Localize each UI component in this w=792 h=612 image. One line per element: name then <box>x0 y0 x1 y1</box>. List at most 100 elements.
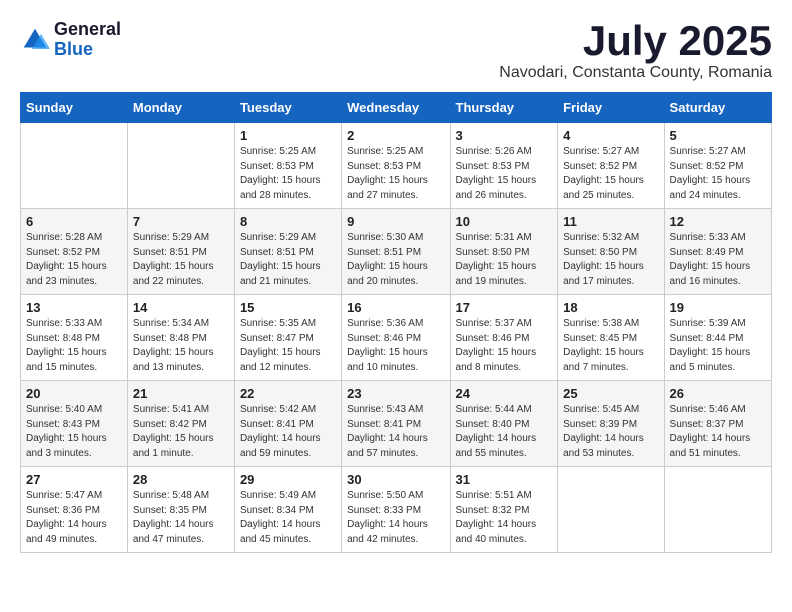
calendar-day-cell: 21Sunrise: 5:41 AM Sunset: 8:42 PM Dayli… <box>127 381 234 467</box>
page-header: General Blue July 2025 Navodari, Constan… <box>20 20 772 82</box>
day-info: Sunrise: 5:37 AM Sunset: 8:46 PM Dayligh… <box>456 317 553 375</box>
calendar-day-cell: 3 Sunrise: 5:26 AM Sunset: 8:53 PM Daylig… <box>450 123 558 209</box>
calendar-week-row: 6Sunrise: 5:28 AM Sunset: 8:52 PM Daylig… <box>21 209 772 295</box>
day-info: Sunrise: 5:27 AM Sunset: 8:52 PM Dayligh… <box>563 145 658 203</box>
day-number: 19 <box>670 300 766 315</box>
day-number: 30 <box>347 472 444 487</box>
logo: General Blue <box>20 20 121 60</box>
day-number: 24 <box>456 386 553 401</box>
calendar-day-cell <box>558 467 664 553</box>
day-info: Sunrise: 5:25 AM Sunset: 8:53 PM Dayligh… <box>347 145 444 203</box>
day-number: 27 <box>26 472 122 487</box>
day-info: Sunrise: 5:39 AM Sunset: 8:44 PM Dayligh… <box>670 317 766 375</box>
title-block: July 2025 Navodari, Constanta County, Ro… <box>499 20 772 82</box>
day-info: Sunrise: 5:25 AM Sunset: 8:53 PM Dayligh… <box>240 145 336 203</box>
logo-icon <box>20 25 50 55</box>
weekday-header: Wednesday <box>342 93 450 123</box>
weekday-header: Friday <box>558 93 664 123</box>
calendar-day-cell: 29Sunrise: 5:49 AM Sunset: 8:34 PM Dayli… <box>234 467 341 553</box>
day-info: Sunrise: 5:49 AM Sunset: 8:34 PM Dayligh… <box>240 489 336 547</box>
calendar-day-cell <box>127 123 234 209</box>
day-number: 17 <box>456 300 553 315</box>
day-info: Sunrise: 5:47 AM Sunset: 8:36 PM Dayligh… <box>26 489 122 547</box>
day-number: 12 <box>670 214 766 229</box>
day-number: 21 <box>133 386 229 401</box>
day-number: 22 <box>240 386 336 401</box>
month-title: July 2025 <box>499 20 772 62</box>
day-number: 31 <box>456 472 553 487</box>
day-number: 4 <box>563 128 658 143</box>
weekday-header: Tuesday <box>234 93 341 123</box>
calendar-week-row: 20 Sunrise: 5:40 AM Sunset: 8:43 PM Dayli… <box>21 381 772 467</box>
calendar-day-cell: 15 Sunrise: 5:35 AM Sunset: 8:47 PM Dayli… <box>234 295 341 381</box>
calendar-day-cell: 25Sunrise: 5:45 AM Sunset: 8:39 PM Dayli… <box>558 381 664 467</box>
calendar-day-cell: 30 Sunrise: 5:50 AM Sunset: 8:33 PM Dayli… <box>342 467 450 553</box>
day-number: 23 <box>347 386 444 401</box>
day-number: 5 <box>670 128 766 143</box>
day-info: Sunrise: 5:42 AM Sunset: 8:41 PM Dayligh… <box>240 403 336 461</box>
calendar-day-cell: 14Sunrise: 5:34 AM Sunset: 8:48 PM Dayli… <box>127 295 234 381</box>
day-info: Sunrise: 5:33 AM Sunset: 8:48 PM Dayligh… <box>26 317 122 375</box>
calendar-table: SundayMondayTuesdayWednesdayThursdayFrid… <box>20 92 772 553</box>
calendar-header-row: SundayMondayTuesdayWednesdayThursdayFrid… <box>21 93 772 123</box>
calendar-day-cell: 28Sunrise: 5:48 AM Sunset: 8:35 PM Dayli… <box>127 467 234 553</box>
calendar-day-cell: 7 Sunrise: 5:29 AM Sunset: 8:51 PM Daylig… <box>127 209 234 295</box>
day-number: 13 <box>26 300 122 315</box>
calendar-day-cell: 13 Sunrise: 5:33 AM Sunset: 8:48 PM Dayli… <box>21 295 128 381</box>
calendar-day-cell: 9 Sunrise: 5:30 AM Sunset: 8:51 PM Daylig… <box>342 209 450 295</box>
logo-general: General <box>54 20 121 40</box>
weekday-header: Monday <box>127 93 234 123</box>
day-info: Sunrise: 5:27 AM Sunset: 8:52 PM Dayligh… <box>670 145 766 203</box>
calendar-day-cell: 17 Sunrise: 5:37 AM Sunset: 8:46 PM Dayli… <box>450 295 558 381</box>
day-number: 8 <box>240 214 336 229</box>
day-info: Sunrise: 5:45 AM Sunset: 8:39 PM Dayligh… <box>563 403 658 461</box>
calendar-day-cell: 8 Sunrise: 5:29 AM Sunset: 8:51 PM Daylig… <box>234 209 341 295</box>
day-number: 18 <box>563 300 658 315</box>
day-info: Sunrise: 5:31 AM Sunset: 8:50 PM Dayligh… <box>456 231 553 289</box>
day-number: 11 <box>563 214 658 229</box>
day-info: Sunrise: 5:48 AM Sunset: 8:35 PM Dayligh… <box>133 489 229 547</box>
day-number: 16 <box>347 300 444 315</box>
calendar-week-row: 13 Sunrise: 5:33 AM Sunset: 8:48 PM Dayli… <box>21 295 772 381</box>
day-info: Sunrise: 5:40 AM Sunset: 8:43 PM Dayligh… <box>26 403 122 461</box>
logo-blue: Blue <box>54 40 121 60</box>
calendar-day-cell: 12 Sunrise: 5:33 AM Sunset: 8:49 PM Dayli… <box>664 209 771 295</box>
calendar-day-cell: 10Sunrise: 5:31 AM Sunset: 8:50 PM Dayli… <box>450 209 558 295</box>
calendar-day-cell: 18Sunrise: 5:38 AM Sunset: 8:45 PM Dayli… <box>558 295 664 381</box>
day-info: Sunrise: 5:34 AM Sunset: 8:48 PM Dayligh… <box>133 317 229 375</box>
calendar-day-cell: 23 Sunrise: 5:43 AM Sunset: 8:41 PM Dayli… <box>342 381 450 467</box>
day-number: 15 <box>240 300 336 315</box>
weekday-header: Saturday <box>664 93 771 123</box>
day-info: Sunrise: 5:46 AM Sunset: 8:37 PM Dayligh… <box>670 403 766 461</box>
day-info: Sunrise: 5:36 AM Sunset: 8:46 PM Dayligh… <box>347 317 444 375</box>
day-number: 1 <box>240 128 336 143</box>
day-info: Sunrise: 5:29 AM Sunset: 8:51 PM Dayligh… <box>133 231 229 289</box>
day-info: Sunrise: 5:50 AM Sunset: 8:33 PM Dayligh… <box>347 489 444 547</box>
location-title: Navodari, Constanta County, Romania <box>499 64 772 82</box>
calendar-day-cell: 20 Sunrise: 5:40 AM Sunset: 8:43 PM Dayli… <box>21 381 128 467</box>
day-number: 20 <box>26 386 122 401</box>
day-info: Sunrise: 5:26 AM Sunset: 8:53 PM Dayligh… <box>456 145 553 203</box>
calendar-day-cell <box>21 123 128 209</box>
calendar-day-cell: 16 Sunrise: 5:36 AM Sunset: 8:46 PM Dayli… <box>342 295 450 381</box>
weekday-header: Thursday <box>450 93 558 123</box>
day-info: Sunrise: 5:43 AM Sunset: 8:41 PM Dayligh… <box>347 403 444 461</box>
day-number: 9 <box>347 214 444 229</box>
day-info: Sunrise: 5:29 AM Sunset: 8:51 PM Dayligh… <box>240 231 336 289</box>
day-number: 3 <box>456 128 553 143</box>
calendar-day-cell: 11Sunrise: 5:32 AM Sunset: 8:50 PM Dayli… <box>558 209 664 295</box>
calendar-day-cell: 31 Sunrise: 5:51 AM Sunset: 8:32 PM Dayli… <box>450 467 558 553</box>
calendar-week-row: 27 Sunrise: 5:47 AM Sunset: 8:36 PM Dayli… <box>21 467 772 553</box>
calendar-week-row: 1 Sunrise: 5:25 AM Sunset: 8:53 PM Daylig… <box>21 123 772 209</box>
calendar-day-cell: 5 Sunrise: 5:27 AM Sunset: 8:52 PM Daylig… <box>664 123 771 209</box>
day-info: Sunrise: 5:44 AM Sunset: 8:40 PM Dayligh… <box>456 403 553 461</box>
day-info: Sunrise: 5:51 AM Sunset: 8:32 PM Dayligh… <box>456 489 553 547</box>
day-info: Sunrise: 5:33 AM Sunset: 8:49 PM Dayligh… <box>670 231 766 289</box>
calendar-day-cell: 2Sunrise: 5:25 AM Sunset: 8:53 PM Daylig… <box>342 123 450 209</box>
day-number: 7 <box>133 214 229 229</box>
day-info: Sunrise: 5:35 AM Sunset: 8:47 PM Dayligh… <box>240 317 336 375</box>
day-number: 26 <box>670 386 766 401</box>
calendar-day-cell: 27 Sunrise: 5:47 AM Sunset: 8:36 PM Dayli… <box>21 467 128 553</box>
day-info: Sunrise: 5:30 AM Sunset: 8:51 PM Dayligh… <box>347 231 444 289</box>
day-number: 6 <box>26 214 122 229</box>
